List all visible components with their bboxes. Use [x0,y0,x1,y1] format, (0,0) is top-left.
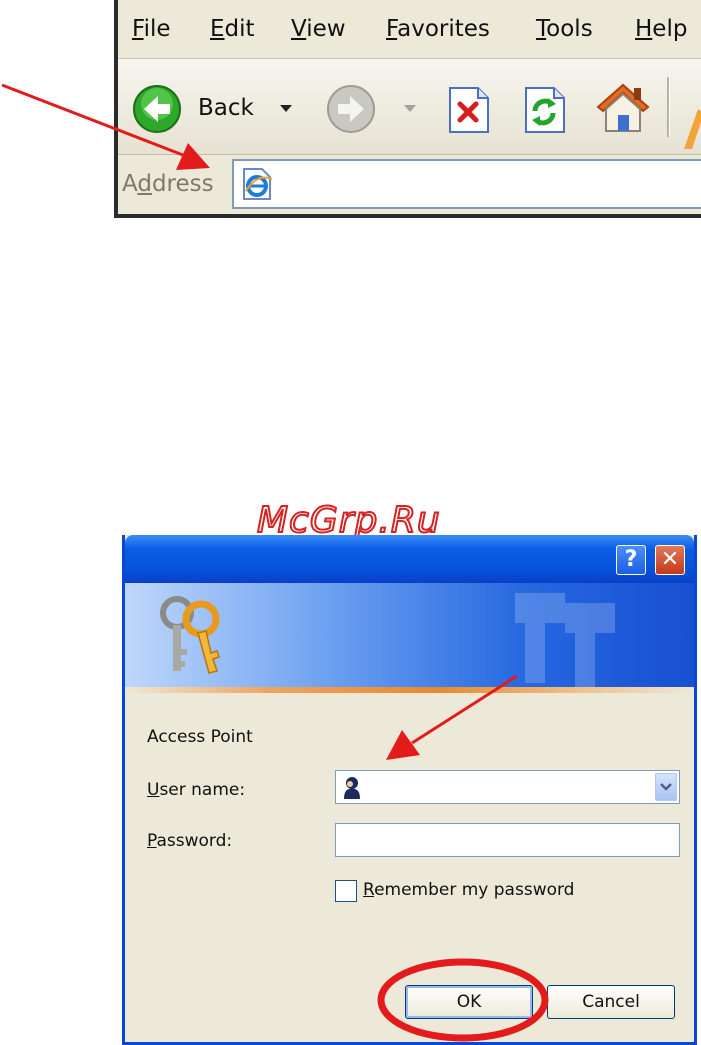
login-dialog: ? ✕ Access Point User name: Password: Re… [122,535,697,1045]
ok-button[interactable]: OK [405,985,533,1019]
refresh-icon [525,87,565,133]
close-button[interactable]: ✕ [655,545,685,575]
stop-button[interactable] [444,85,492,139]
address-label: Address [122,171,214,197]
banner-accent-line [125,687,694,693]
browser-window: File Edit View Favorites Tools Help Back [114,0,701,218]
dialog-banner [125,583,694,688]
back-arrow-icon [133,85,181,133]
user-icon [344,777,360,799]
remember-password-label[interactable]: Remember my password [363,880,574,900]
help-button[interactable]: ? [616,545,646,575]
toolbar: Back [118,59,701,155]
back-button[interactable] [132,84,182,138]
cancel-button[interactable]: Cancel [547,985,675,1019]
username-dropdown-button[interactable] [655,773,677,801]
menu-favorites[interactable]: Favorites [386,16,490,42]
menu-bar: File Edit View Favorites Tools Help [118,0,701,59]
chevron-down-icon [660,783,672,791]
forward-arrow-icon [327,85,375,133]
realm-text: Access Point [147,727,253,747]
back-label[interactable]: Back [198,95,254,121]
address-input[interactable] [232,159,701,209]
refresh-button[interactable] [520,85,568,139]
menu-file[interactable]: File [132,16,171,42]
username-combobox[interactable] [335,770,680,804]
username-label: User name: [147,780,246,800]
keys-watermark-icon [515,593,615,688]
home-button[interactable] [594,79,652,141]
forward-dropdown-icon[interactable] [404,105,416,112]
menu-help[interactable]: Help [635,16,687,42]
forward-button[interactable] [326,84,376,138]
dialog-titlebar[interactable]: ? ✕ [125,535,694,583]
password-label: Password: [147,831,233,851]
password-field[interactable] [335,823,680,857]
remember-password-checkbox[interactable] [335,880,357,902]
toolbar-separator [667,77,670,137]
menu-tools[interactable]: Tools [536,16,593,42]
menu-edit[interactable]: Edit [210,16,255,42]
back-dropdown-icon[interactable] [280,105,292,112]
menu-view[interactable]: View [291,16,346,42]
home-icon [596,83,650,132]
ie-page-icon [243,168,273,200]
address-bar: Address [118,155,701,214]
stop-icon [449,87,489,133]
media-icon[interactable] [678,89,701,149]
keys-icon [160,596,220,674]
browser-chrome: File Edit View Favorites Tools Help Back [118,0,701,214]
